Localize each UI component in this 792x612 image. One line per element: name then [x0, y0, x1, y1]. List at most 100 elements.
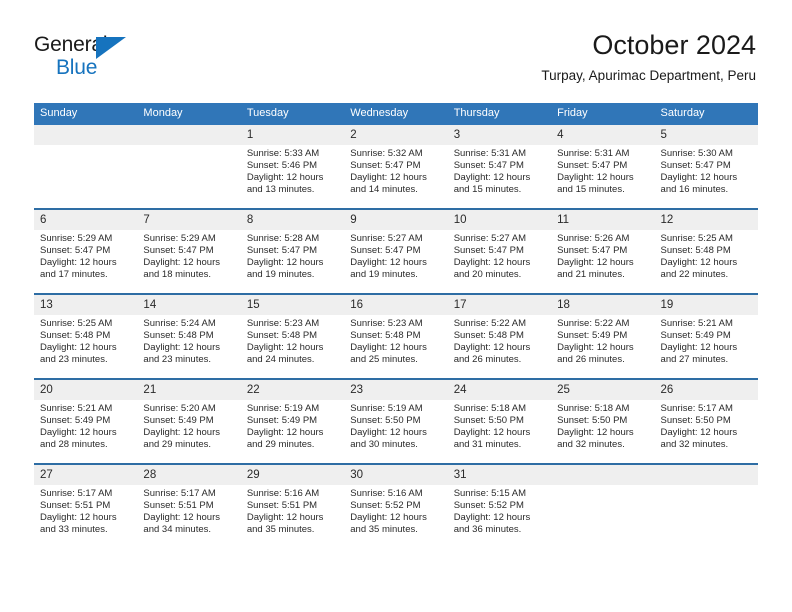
calendar-day-cell-empty: [654, 463, 758, 548]
sunrise-text: Sunrise: 5:21 AM: [40, 403, 113, 414]
sunrise-text: Sunrise: 5:15 AM: [453, 488, 527, 499]
daylight-text-line2: and 28 minutes.: [40, 439, 108, 451]
daylight-text-line2: and 13 minutes.: [246, 184, 315, 196]
calendar-day-cell[interactable]: 22 Sunrise: 5:19 AM Sunset: 5:49 PM Dayligh…: [240, 378, 345, 464]
day-details: Sunrise: 5:16 AM Sunset: 5:52 PM Daylight:…: [344, 485, 447, 536]
sunrise-text: Sunrise: 5:29 AM: [143, 233, 216, 244]
calendar-day-cell[interactable]: 7 Sunrise: 5:29 AM Sunset: 5:47 PM Daylight…: [137, 208, 241, 294]
sunrise-text: Sunrise: 5:32 AM: [350, 148, 423, 159]
sunrise-text: Sunrise: 5:22 AM: [557, 318, 630, 329]
calendar-day-cell[interactable]: 13 Sunrise: 5:25 AM Sunset: 5:48 PM Dayligh…: [34, 293, 138, 379]
daylight-text-line2: and 35 minutes.: [350, 524, 418, 536]
calendar-day-cell[interactable]: 4 Sunrise: 5:31 AM Sunset: 5:47 PM Daylight…: [551, 125, 655, 209]
daylight-text-line1: Daylight: 12 hours: [350, 342, 427, 354]
calendar-day-cell[interactable]: 24 Sunrise: 5:18 AM Sunset: 5:50 PM Dayligh…: [447, 378, 552, 464]
day-details: Sunrise: 5:22 AM Sunset: 5:48 PM Daylight:…: [448, 315, 551, 366]
calendar-day-cell[interactable]: 3 Sunrise: 5:31 AM Sunset: 5:47 PM Daylight…: [447, 125, 552, 209]
sunrise-text: Sunrise: 5:25 AM: [660, 233, 733, 244]
day-details: Sunrise: 5:29 AM Sunset: 5:47 PM Daylight:…: [34, 230, 137, 281]
daylight-text-line1: Daylight: 12 hours: [246, 172, 324, 184]
calendar-day-cell[interactable]: 30 Sunrise: 5:16 AM Sunset: 5:52 PM Dayligh…: [344, 463, 448, 548]
calendar-week-row: 1 Sunrise: 5:33 AM Sunset: 5:46 PM Daylight…: [34, 125, 758, 209]
calendar-day-cell[interactable]: 20 Sunrise: 5:21 AM Sunset: 5:49 PM Dayligh…: [34, 378, 138, 464]
calendar-day-cell[interactable]: 12 Sunrise: 5:25 AM Sunset: 5:48 PM Dayligh…: [654, 208, 758, 294]
calendar-day-cell[interactable]: 10 Sunrise: 5:27 AM Sunset: 5:47 PM Dayligh…: [447, 208, 552, 294]
day-details: Sunrise: 5:16 AM Sunset: 5:51 PM Daylight:…: [241, 485, 344, 536]
calendar-day-cell-empty: [137, 125, 241, 209]
calendar-day-cell[interactable]: 6 Sunrise: 5:29 AM Sunset: 5:47 PM Daylight…: [34, 208, 138, 294]
weekday-header-tuesday: Tuesday: [240, 103, 345, 125]
calendar-day-cell[interactable]: 14 Sunrise: 5:24 AM Sunset: 5:48 PM Dayligh…: [137, 293, 241, 379]
daylight-text-line1: Daylight: 12 hours: [40, 512, 117, 524]
day-number: 25: [551, 380, 655, 400]
daylight-text-line1: Daylight: 12 hours: [143, 427, 220, 439]
day-details: Sunrise: 5:17 AM Sunset: 5:51 PM Daylight:…: [34, 485, 137, 536]
daylight-text-line1: Daylight: 12 hours: [143, 512, 220, 524]
day-details: Sunrise: 5:21 AM Sunset: 5:49 PM Daylight:…: [655, 315, 758, 366]
sunset-text: Sunset: 5:47 PM: [557, 245, 628, 257]
sunset-text: Sunset: 5:48 PM: [350, 330, 421, 342]
sunrise-text: Sunrise: 5:16 AM: [350, 488, 423, 499]
weekday-header-saturday: Saturday: [654, 103, 758, 125]
calendar-table: Sunday Monday Tuesday Wednesday Thursday…: [34, 103, 758, 548]
day-number: 29: [240, 465, 345, 485]
day-number: 18: [551, 295, 655, 315]
daylight-text-line1: Daylight: 12 hours: [143, 342, 220, 354]
sunset-text: Sunset: 5:51 PM: [143, 500, 214, 512]
calendar-day-cell[interactable]: 16 Sunrise: 5:23 AM Sunset: 5:48 PM Dayligh…: [344, 293, 448, 379]
calendar-day-cell[interactable]: 26 Sunrise: 5:17 AM Sunset: 5:50 PM Dayligh…: [654, 378, 758, 464]
day-details: Sunrise: 5:31 AM Sunset: 5:47 PM Daylight:…: [448, 145, 551, 196]
daylight-text-line1: Daylight: 12 hours: [660, 342, 738, 354]
calendar-day-cell[interactable]: 1 Sunrise: 5:33 AM Sunset: 5:46 PM Daylight…: [240, 125, 345, 209]
day-details: Sunrise: 5:22 AM Sunset: 5:49 PM Daylight:…: [551, 315, 654, 366]
sunset-text: Sunset: 5:49 PM: [40, 415, 111, 427]
calendar-day-cell[interactable]: 29 Sunrise: 5:16 AM Sunset: 5:51 PM Dayligh…: [240, 463, 345, 548]
day-details: Sunrise: 5:27 AM Sunset: 5:47 PM Daylight:…: [448, 230, 551, 281]
sunrise-text: Sunrise: 5:31 AM: [453, 148, 527, 159]
day-number: 10: [447, 210, 552, 230]
calendar-day-cell[interactable]: 31 Sunrise: 5:15 AM Sunset: 5:52 PM Dayligh…: [447, 463, 552, 548]
calendar-day-cell[interactable]: 9 Sunrise: 5:27 AM Sunset: 5:47 PM Daylight…: [344, 208, 448, 294]
calendar-day-cell[interactable]: 2 Sunrise: 5:32 AM Sunset: 5:47 PM Daylight…: [344, 125, 448, 209]
sunset-text: Sunset: 5:48 PM: [40, 330, 111, 342]
calendar-day-cell[interactable]: 23 Sunrise: 5:19 AM Sunset: 5:50 PM Dayligh…: [344, 378, 448, 464]
day-details: Sunrise: 5:25 AM Sunset: 5:48 PM Daylight:…: [655, 230, 758, 281]
calendar-day-cell[interactable]: 19 Sunrise: 5:21 AM Sunset: 5:49 PM Dayligh…: [654, 293, 758, 379]
sunrise-text: Sunrise: 5:16 AM: [246, 488, 320, 499]
calendar-day-cell[interactable]: 5 Sunrise: 5:30 AM Sunset: 5:47 PM Daylight…: [654, 125, 758, 209]
daylight-text-line2: and 29 minutes.: [143, 439, 212, 451]
sunset-text: Sunset: 5:47 PM: [350, 160, 421, 172]
brand-logo[interactable]: General Blue: [34, 33, 214, 85]
calendar-day-cell[interactable]: 28 Sunrise: 5:17 AM Sunset: 5:51 PM Dayligh…: [137, 463, 241, 548]
calendar-day-cell[interactable]: 27 Sunrise: 5:17 AM Sunset: 5:51 PM Dayligh…: [34, 463, 138, 548]
daylight-text-line2: and 20 minutes.: [453, 269, 522, 281]
calendar-day-cell[interactable]: 11 Sunrise: 5:26 AM Sunset: 5:47 PM Dayligh…: [551, 208, 655, 294]
daylight-text-line2: and 23 minutes.: [40, 354, 108, 366]
calendar-day-cell[interactable]: 21 Sunrise: 5:20 AM Sunset: 5:49 PM Dayligh…: [137, 378, 241, 464]
daylight-text-line1: Daylight: 12 hours: [557, 257, 634, 269]
calendar-day-cell[interactable]: 8 Sunrise: 5:28 AM Sunset: 5:47 PM Daylight…: [240, 208, 345, 294]
day-number: 26: [654, 380, 758, 400]
calendar-day-cell[interactable]: 15 Sunrise: 5:23 AM Sunset: 5:48 PM Dayligh…: [240, 293, 345, 379]
calendar-day-cell[interactable]: 25 Sunrise: 5:18 AM Sunset: 5:50 PM Dayligh…: [551, 378, 655, 464]
daylight-text-line2: and 23 minutes.: [143, 354, 212, 366]
sunrise-text: Sunrise: 5:33 AM: [246, 148, 320, 159]
daylight-text-line2: and 14 minutes.: [350, 184, 418, 196]
sunset-text: Sunset: 5:47 PM: [557, 160, 628, 172]
daylight-text-line2: and 22 minutes.: [660, 269, 729, 281]
daylight-text-line2: and 33 minutes.: [40, 524, 108, 536]
day-details: Sunrise: 5:15 AM Sunset: 5:52 PM Daylight:…: [448, 485, 551, 536]
calendar-day-cell[interactable]: 17 Sunrise: 5:22 AM Sunset: 5:48 PM Dayligh…: [447, 293, 552, 379]
sunset-text: Sunset: 5:51 PM: [246, 500, 318, 512]
calendar-week-row: 27 Sunrise: 5:17 AM Sunset: 5:51 PM Dayligh…: [34, 463, 758, 548]
page-header: General Blue October 2024 Turpay, Apurim…: [0, 0, 792, 100]
sunrise-text: Sunrise: 5:17 AM: [40, 488, 113, 499]
sunrise-text: Sunrise: 5:17 AM: [143, 488, 216, 499]
daylight-text-line2: and 15 minutes.: [453, 184, 522, 196]
sunset-text: Sunset: 5:50 PM: [453, 415, 524, 427]
page-title: October 2024: [592, 30, 756, 60]
sunrise-text: Sunrise: 5:29 AM: [40, 233, 113, 244]
calendar-day-cell[interactable]: 18 Sunrise: 5:22 AM Sunset: 5:49 PM Dayligh…: [551, 293, 655, 379]
daylight-text-line2: and 32 minutes.: [660, 439, 729, 451]
day-details: Sunrise: 5:18 AM Sunset: 5:50 PM Daylight:…: [448, 400, 551, 451]
